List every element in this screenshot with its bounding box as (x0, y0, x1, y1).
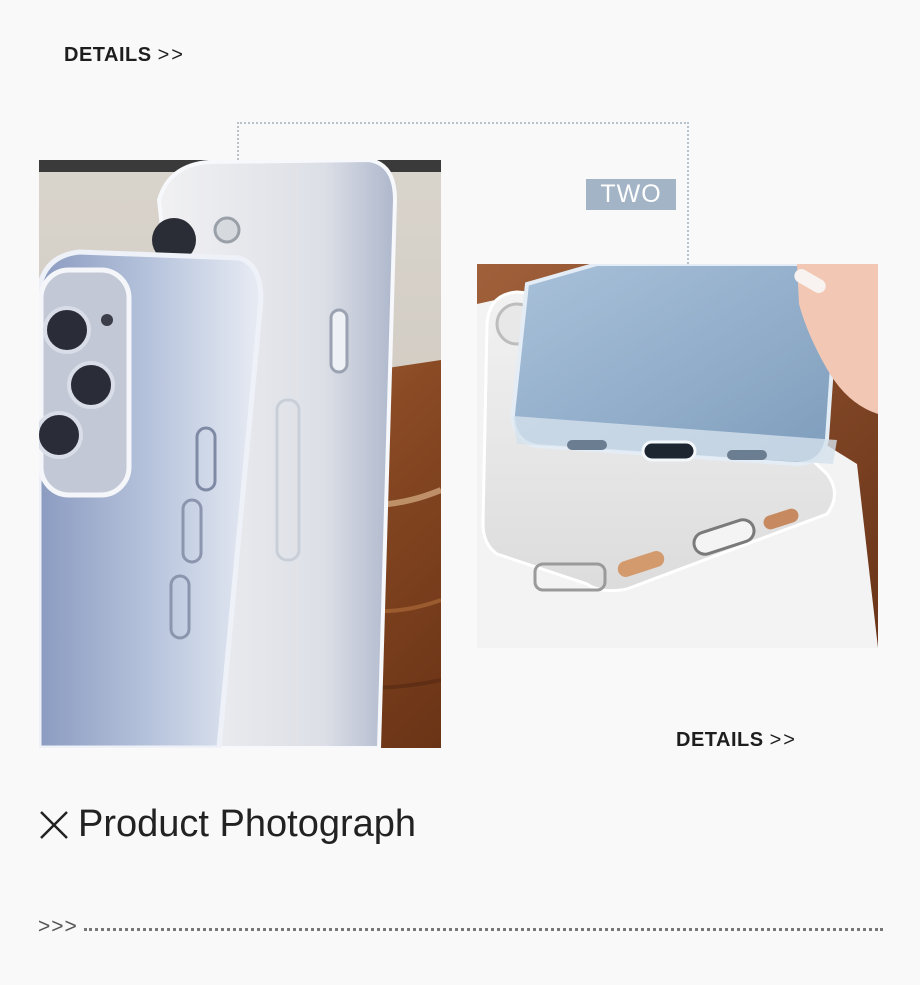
close-x-icon (40, 810, 68, 839)
dotted-line (83, 927, 883, 931)
dotted-divider: >>> (38, 915, 883, 939)
details-link-bottom[interactable]: DETAILS >> (676, 729, 797, 752)
details-label: DETAILS (64, 44, 152, 66)
step-badge: TWO (586, 179, 676, 210)
details-link-top[interactable]: DETAILS >> (64, 44, 185, 67)
dotted-connector-stub (237, 122, 239, 160)
double-chevron-right-icon: >> (157, 44, 185, 66)
details-label: DETAILS (676, 729, 764, 751)
caption-text: Product Photograph (78, 803, 417, 845)
double-chevron-right-icon: >> (769, 729, 797, 751)
product-photo-left (39, 160, 441, 748)
product-photo-right (477, 264, 878, 648)
triple-chevron-right-icon: >>> (38, 915, 78, 938)
product-caption: Product Photograph (38, 803, 416, 846)
